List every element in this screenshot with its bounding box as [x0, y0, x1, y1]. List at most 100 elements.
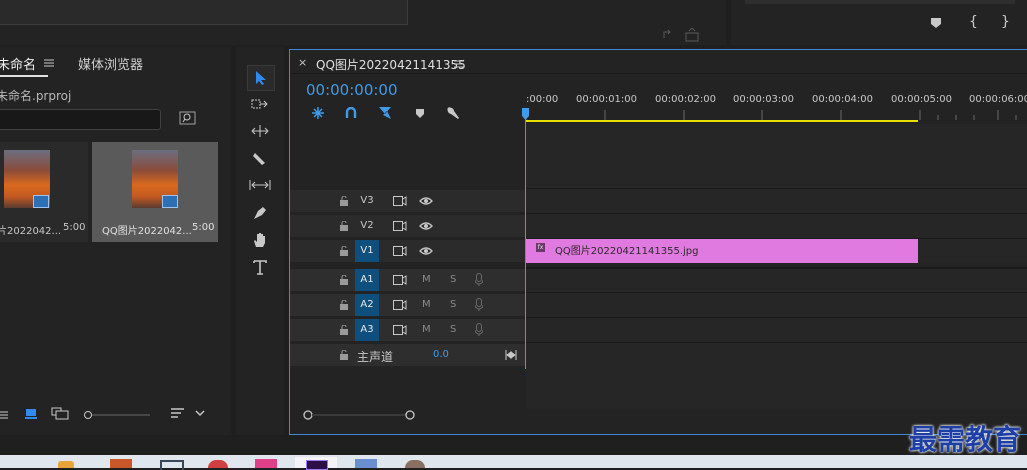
ruler-label: 00:00:05:00: [891, 94, 953, 105]
app-icon[interactable]: [160, 460, 184, 470]
sync-lock-icon[interactable]: [393, 246, 407, 256]
track-label[interactable]: V2: [355, 215, 379, 237]
track-lane-a1[interactable]: [526, 267, 1027, 293]
track-header-a2[interactable]: A2 M S: [290, 294, 525, 316]
track-header-v2[interactable]: V2: [290, 215, 525, 237]
time-ruler[interactable]: :00:00 00:00:01:00 00:00:02:00 00:00:03:…: [526, 88, 1027, 124]
powerpoint-icon[interactable]: [110, 459, 132, 468]
sync-lock-icon[interactable]: [393, 221, 407, 231]
project-item-selected[interactable]: QQ图片2022042... 5:00: [92, 142, 218, 242]
track-label[interactable]: A1: [355, 269, 379, 291]
track-select-tool-icon[interactable]: [247, 92, 273, 116]
timeline-empty-space: [526, 124, 1027, 188]
playhead-handle[interactable]: [522, 108, 529, 120]
list-view-icon[interactable]: [25, 408, 37, 420]
track-lane-v3[interactable]: [526, 188, 1027, 213]
solo-button[interactable]: S: [450, 274, 456, 285]
taskbar: [0, 455, 1027, 470]
razor-tool-icon[interactable]: [247, 146, 273, 170]
item-duration: 5:00: [192, 222, 215, 233]
go-to-start-end-icon[interactable]: [505, 350, 517, 360]
nest-icon[interactable]: [311, 106, 325, 120]
tab-media-browser[interactable]: 媒体浏览器: [78, 54, 143, 73]
find-icon[interactable]: [179, 111, 196, 125]
zoom-slider[interactable]: [84, 411, 154, 419]
premiere-taskbar-button[interactable]: [295, 457, 337, 470]
sort-icon[interactable]: [171, 408, 185, 419]
video-clip[interactable]: fx QQ图片20220421141355.jpg: [526, 239, 918, 263]
sync-lock-icon[interactable]: [393, 325, 407, 335]
add-marker-icon[interactable]: [930, 17, 942, 29]
close-tab-icon[interactable]: ×: [298, 56, 307, 69]
linked-selection-icon[interactable]: [378, 106, 392, 120]
mute-button[interactable]: M: [422, 274, 431, 285]
microphone-icon[interactable]: [475, 323, 483, 336]
browser-icon[interactable]: [208, 460, 228, 468]
settings-wrench-icon[interactable]: [446, 106, 460, 120]
lock-icon[interactable]: [340, 246, 348, 256]
track-lane-a2[interactable]: [526, 292, 1027, 317]
chevron-down-icon[interactable]: [195, 410, 205, 417]
app-icon[interactable]: [255, 459, 277, 468]
mute-button[interactable]: M: [422, 324, 431, 335]
microphone-icon[interactable]: [475, 298, 483, 311]
horizontal-zoom-scrollbar[interactable]: [303, 410, 415, 420]
lock-icon[interactable]: [340, 196, 348, 206]
track-header-a3[interactable]: A3 M S: [290, 319, 525, 341]
type-tool-icon[interactable]: [247, 255, 273, 279]
lock-icon[interactable]: [340, 350, 348, 360]
track-lane-master[interactable]: [526, 342, 1027, 367]
search-input[interactable]: [0, 109, 161, 130]
eye-icon[interactable]: [419, 221, 433, 231]
hand-tool-icon[interactable]: [247, 228, 273, 252]
work-area-bar[interactable]: [526, 120, 918, 122]
sequence-tab[interactable]: QQ图片20220421141355: [316, 56, 466, 73]
lock-icon[interactable]: [340, 221, 348, 231]
lock-icon[interactable]: [340, 300, 348, 310]
lock-icon[interactable]: [340, 325, 348, 335]
app-icon[interactable]: [355, 459, 377, 468]
freeform-view-icon[interactable]: [51, 407, 69, 420]
master-volume-value[interactable]: 0.0: [433, 349, 449, 360]
ripple-edit-tool-icon[interactable]: [247, 119, 273, 143]
slip-tool-icon[interactable]: [247, 173, 273, 197]
microphone-icon[interactable]: [475, 273, 483, 286]
add-marker-icon[interactable]: [415, 108, 425, 119]
clip-name: QQ图片20220421141355.jpg: [555, 246, 699, 257]
lock-icon[interactable]: [0, 409, 10, 419]
project-item[interactable]: 片2022042... 5:00: [0, 142, 88, 242]
panel-menu-icon[interactable]: [44, 59, 54, 67]
track-header-a1[interactable]: A1 M S: [290, 269, 525, 291]
selection-tool-icon[interactable]: [247, 65, 275, 91]
track-lane-v2[interactable]: [526, 213, 1027, 238]
project-file-name: 未命名.prproj: [0, 89, 72, 103]
mute-button[interactable]: M: [422, 299, 431, 310]
track-label[interactable]: A2: [355, 294, 379, 316]
track-header-master[interactable]: 主声道 0.0: [290, 344, 525, 366]
track-label[interactable]: A3: [355, 319, 379, 341]
folder-icon[interactable]: [58, 461, 74, 468]
track-lane-a3[interactable]: [526, 317, 1027, 342]
solo-button[interactable]: S: [450, 299, 456, 310]
lock-icon[interactable]: [340, 275, 348, 285]
solo-button[interactable]: S: [450, 324, 456, 335]
eye-icon[interactable]: [419, 246, 433, 256]
sync-lock-icon[interactable]: [393, 275, 407, 285]
sync-lock-icon[interactable]: [393, 300, 407, 310]
pen-tool-icon[interactable]: [247, 201, 273, 225]
playhead-timecode[interactable]: 00:00:00:00: [306, 81, 398, 99]
mark-out-icon[interactable]: }: [1001, 14, 1010, 30]
panel-menu-icon[interactable]: [454, 60, 464, 68]
track-header-v3[interactable]: V3: [290, 190, 525, 212]
track-label[interactable]: V3: [355, 190, 379, 212]
avatar[interactable]: [405, 460, 425, 468]
track-header-v1[interactable]: V1: [290, 240, 525, 262]
export-frame-icon[interactable]: [662, 28, 702, 42]
snap-icon[interactable]: [345, 107, 357, 119]
mark-in-icon[interactable]: {: [969, 14, 978, 30]
sync-lock-icon[interactable]: [393, 196, 407, 206]
eye-icon[interactable]: [419, 196, 433, 206]
track-label[interactable]: V1: [355, 240, 379, 262]
tab-project[interactable]: 未命名: [0, 54, 36, 73]
program-scrollbar[interactable]: [745, 0, 1015, 4]
